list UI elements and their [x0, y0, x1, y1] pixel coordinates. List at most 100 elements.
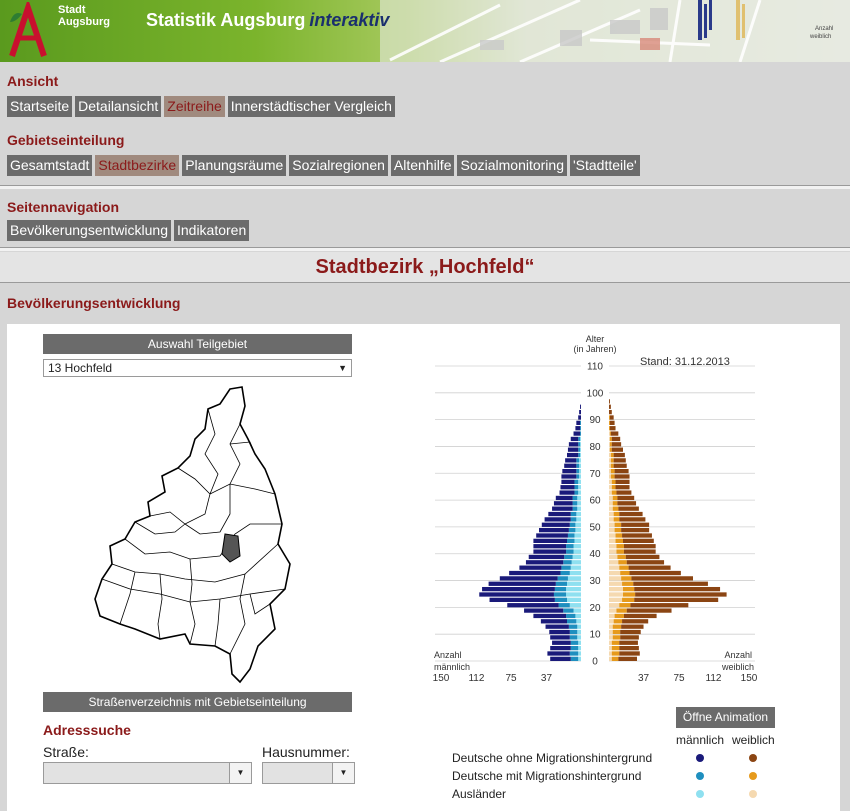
- chevron-down-icon[interactable]: ▼: [229, 763, 251, 783]
- gebiet-title: Gebietseinteilung: [7, 132, 125, 148]
- pyramid-bar: [580, 426, 581, 431]
- pyramid-bar: [489, 597, 555, 602]
- pyramid-bar: [569, 635, 578, 640]
- pyramid-bar: [545, 624, 569, 629]
- pyramid-bar: [609, 452, 611, 458]
- pyramid-bar: [558, 603, 570, 608]
- hausnummer-combo[interactable]: ▼: [262, 762, 355, 784]
- pyramid-bar: [570, 517, 577, 522]
- x-axis-sub-left: männlich: [434, 662, 470, 672]
- chevron-down-icon[interactable]: ▼: [332, 763, 354, 783]
- pyramid-bar: [609, 624, 613, 629]
- pyramid-bar: [578, 485, 581, 490]
- pyramid-bar: [574, 485, 579, 490]
- pyramid-bar: [611, 447, 623, 452]
- ansicht-btn-innerstädtischer-vergleich[interactable]: Innerstädtischer Vergleich: [227, 96, 395, 117]
- svg-text:weiblich: weiblich: [809, 34, 831, 40]
- pyramid-bar: [620, 570, 630, 576]
- pyramid-bar: [554, 597, 567, 602]
- pyramid-bar: [609, 490, 612, 495]
- district-title: Stadtbezirk „Hochfeld“: [315, 256, 535, 278]
- pyramid-bar: [626, 560, 665, 565]
- pyramid-bar: [610, 431, 619, 436]
- y-axis-label: Alter: [586, 334, 605, 344]
- pyramid-bar: [613, 463, 627, 468]
- teilgebiet-header: Auswahl Teilgebiet: [43, 334, 352, 354]
- seiten-btn-indikatoren[interactable]: Indikatoren: [173, 220, 250, 241]
- pyramid-bar: [573, 544, 581, 549]
- pyramid-bar: [567, 576, 581, 581]
- pyramid-bar: [567, 597, 581, 602]
- seiten-btn-bevölkerungsentwicklung[interactable]: Bevölkerungsentwicklung: [7, 220, 171, 241]
- pyramid-bar: [574, 538, 581, 543]
- open-animation-button[interactable]: Öffne Animation: [676, 707, 775, 728]
- pyramid-bar: [609, 554, 618, 560]
- pyramid-bar: [499, 576, 558, 581]
- pyramid-bar: [574, 490, 579, 495]
- ansicht-btn-startseite[interactable]: Startseite: [7, 96, 73, 117]
- x-axis-sub-right: weiblich: [721, 662, 754, 672]
- age-tick-label: 60: [589, 496, 601, 507]
- pyramid-bar: [612, 635, 621, 640]
- gebiet-btn-gesamtstadt[interactable]: Gesamtstadt: [7, 155, 93, 176]
- stand-date: Stand: 31.12.2013: [640, 356, 730, 368]
- gebiet-btn-planungsräume[interactable]: Planungsräume: [182, 155, 287, 176]
- pyramid-bar: [611, 645, 620, 651]
- pyramid-bar: [560, 570, 570, 576]
- pyramid-bar: [509, 570, 561, 576]
- pyramid-bar: [610, 463, 614, 468]
- pyramid-bar: [540, 619, 567, 624]
- pyramid-bar: [566, 613, 576, 619]
- gebiet-btn-altenhilfe[interactable]: Altenhilfe: [390, 155, 455, 176]
- x-axis-label-right: Anzahl: [724, 650, 752, 660]
- pyramid-bar: [580, 436, 581, 442]
- pyramid-bar: [569, 651, 579, 656]
- pyramid-bar: [580, 431, 581, 436]
- pyramid-bar: [575, 522, 581, 527]
- age-tick-label: 10: [589, 630, 601, 641]
- pyramid-bar: [609, 495, 613, 501]
- pyramid-bar: [609, 635, 613, 640]
- pyramid-bar: [609, 447, 610, 452]
- pyramid-bar: [548, 511, 571, 517]
- x-tick-label: 75: [505, 673, 517, 684]
- pyramid-bar: [621, 576, 632, 581]
- pyramid-bar: [524, 608, 564, 613]
- gebiet-btn-stadtteile[interactable]: 'Stadtteile': [569, 155, 640, 176]
- pyramid-bar: [609, 420, 610, 425]
- pyramid-bar: [613, 452, 625, 458]
- pyramid-bar: [611, 651, 620, 656]
- pyramid-bar: [609, 608, 617, 613]
- gebiet-btn-sozialmonitoring[interactable]: Sozialmonitoring: [457, 155, 567, 176]
- pyramid-bar: [577, 495, 581, 501]
- strasse-combo[interactable]: ▼: [43, 762, 252, 784]
- pyramid-bar: [577, 506, 581, 511]
- pyramid-bar: [567, 452, 579, 458]
- svg-text:Anzahl: Anzahl: [815, 26, 833, 32]
- pyramid-bar: [609, 474, 611, 479]
- pyramid-bar: [576, 420, 581, 425]
- pyramid-bar: [578, 447, 581, 452]
- pyramid-bar: [609, 479, 612, 484]
- legend-male-header: männlich: [676, 733, 725, 747]
- pyramid-bar: [557, 576, 568, 581]
- teilgebiet-select[interactable]: 13 Hochfeld ▼: [43, 359, 352, 377]
- pyramid-bar: [610, 452, 614, 458]
- legend-male-dot: [696, 754, 704, 762]
- gebiet-btn-stadtbezirke[interactable]: Stadtbezirke: [95, 155, 180, 176]
- pyramid-bar: [577, 624, 581, 629]
- pyramid-bar: [578, 415, 581, 420]
- pyramid-bar: [570, 436, 579, 442]
- pyramid-bar: [609, 613, 615, 619]
- pyramid-bar: [612, 501, 618, 506]
- ansicht-btn-zeitreihe[interactable]: Zeitreihe: [164, 96, 225, 117]
- strassenverzeichnis-button[interactable]: Straßenverzeichnis mit Gebietseinteilung: [43, 692, 352, 712]
- pyramid-bar: [613, 619, 623, 624]
- gebiet-btn-sozialregionen[interactable]: Sozialregionen: [289, 155, 388, 176]
- ansicht-btn-detailansicht[interactable]: Detailansicht: [75, 96, 162, 117]
- city-district-map[interactable]: [90, 384, 300, 686]
- pyramid-bar: [552, 640, 571, 645]
- pyramid-bar: [609, 517, 614, 522]
- pyramid-bar: [578, 452, 581, 458]
- pyramid-bar: [576, 517, 581, 522]
